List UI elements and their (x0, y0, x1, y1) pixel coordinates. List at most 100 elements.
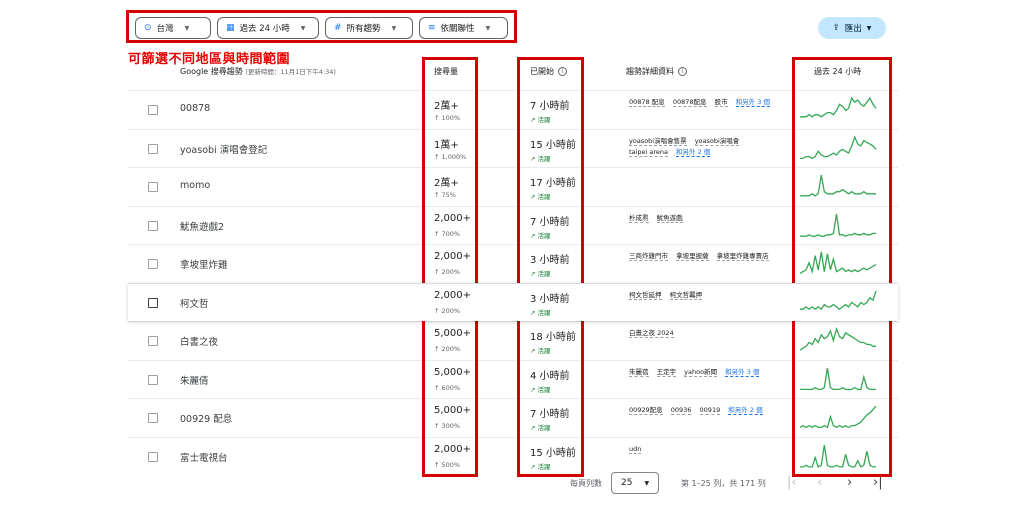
breakdown-header-label: 趨勢詳細資料 (626, 67, 674, 76)
trend-keyword[interactable]: yoasobi 演唱會登記 (180, 142, 267, 156)
search-volume: 5,000+ (434, 366, 472, 378)
trend-keyword[interactable]: 00878 (180, 103, 210, 114)
sparkline-chart (800, 96, 877, 118)
table-row[interactable]: momo 2萬+ ↑ 75% 17 小時前 ↗ 活躍 (128, 167, 898, 206)
started-time: 3 小時前 (530, 293, 570, 305)
trend-keyword[interactable]: 魷魚遊戲2 (180, 219, 224, 233)
column-header-started[interactable]: 已開始 i (530, 66, 567, 77)
related-query-chip[interactable]: 柯文哲延押 (629, 290, 662, 300)
related-query-chip[interactable]: 朱麗蓓 (629, 367, 649, 377)
started-time: 18 小時前 (530, 332, 576, 343)
volume-change: ↑ 200% (434, 345, 461, 353)
active-status: ↗ 活躍 (530, 345, 551, 355)
trend-keyword[interactable]: 00929 配息 (180, 411, 232, 425)
chevron-down-icon: ▼ (485, 24, 491, 32)
active-status: ↗ 活躍 (530, 191, 551, 201)
related-query-chip[interactable]: 00878配息 (672, 98, 707, 107)
last-page-icon[interactable]: ›| (873, 475, 883, 490)
row-checkbox[interactable] (148, 182, 158, 192)
related-query-chip[interactable]: 白晝之夜 2024 (629, 329, 674, 338)
related-query-chip[interactable]: 王定宇 (656, 367, 677, 377)
related-query-chip[interactable]: 柯文哲羈押 (669, 290, 703, 300)
more-queries-link[interactable]: 和另外 3 個 (735, 98, 770, 107)
trend-keyword[interactable]: 白書之夜 (180, 334, 218, 348)
category-filter[interactable]: # 所有趨勢 ▼ (325, 17, 413, 39)
active-status: ↗ 活躍 (530, 268, 551, 278)
chevron-down-icon: ▼ (644, 479, 650, 487)
related-query-chip[interactable]: 三商炸雞門市 (629, 252, 668, 261)
trend-keyword[interactable]: momo (180, 180, 210, 191)
table-row[interactable]: 白書之夜 5,000+ ↑ 200% 18 小時前 ↗ 活躍 白晝之夜 2024 (128, 321, 898, 360)
trend-keyword[interactable]: 拿坡里炸雞 (180, 257, 228, 271)
search-volume: 5,000+ (434, 328, 472, 339)
time-filter-label: 過去 24 小時 (239, 24, 290, 34)
more-queries-link[interactable]: 和另外 2 個 (728, 406, 763, 415)
row-checkbox[interactable] (148, 336, 158, 346)
trend-keyword[interactable]: 朱麗倩 (180, 373, 209, 387)
rows-per-page-label: 每頁列數 (570, 479, 602, 488)
trending-up-icon: ↗ (530, 154, 538, 163)
related-query-chip[interactable]: 00919 (699, 406, 721, 415)
table-row[interactable]: 朱麗倩 5,000+ ↑ 600% 4 小時前 ↗ 活躍 朱麗蓓 王定宇 yahoo新聞 … (128, 359, 898, 399)
row-checkbox[interactable] (148, 297, 158, 308)
table-title-text: Google 搜尋趨勢 (180, 67, 243, 76)
region-filter-label: 台灣 (156, 24, 174, 34)
active-label: 活躍 (537, 462, 551, 471)
table-row[interactable]: 00878 2萬+ ↑ 100% 7 小時前 ↗ 活躍 00878 配息 00878配息 … (128, 90, 898, 129)
trend-breakdown: 00878 配息 00878配息 股市 和另外 3 個 (629, 97, 789, 108)
related-query-chip[interactable]: 朴成焄 (629, 213, 649, 223)
column-header-volume[interactable]: 搜尋量 (434, 66, 458, 77)
row-checkbox[interactable] (148, 374, 158, 385)
search-volume: 2,000+ (434, 289, 472, 301)
sparkline-chart (800, 367, 876, 390)
sparkline-line (800, 213, 876, 237)
trend-keyword[interactable]: 柯文哲 (180, 296, 209, 310)
row-checkbox[interactable] (148, 413, 158, 423)
table-row[interactable]: 魷魚遊戲2 2,000+ ↑ 700% 7 小時前 ↗ 活躍 朴成焄 魷魚遊戲 (128, 205, 898, 245)
region-filter[interactable]: ⊙ 台灣 ▼ (135, 17, 211, 39)
info-icon[interactable]: i (678, 67, 687, 76)
time-filter[interactable]: ▦ 過去 24 小時 ▼ (217, 17, 319, 39)
trends-table: 00878 2萬+ ↑ 100% 7 小時前 ↗ 活躍 00878 配息 00878配息 … (128, 90, 898, 475)
related-query-chip[interactable]: taipei arena (629, 147, 668, 157)
row-checkbox[interactable] (148, 105, 158, 115)
active-label: 活躍 (537, 308, 551, 317)
trend-breakdown: yoasobi演唱會售票 yoasobi演唱會 taipei arena 和另外… (629, 136, 789, 158)
row-checkbox[interactable] (148, 143, 158, 154)
table-row[interactable]: 00929 配息 5,000+ ↑ 300% 7 小時前 ↗ 活躍 00929配息 009… (128, 398, 898, 437)
related-query-chip[interactable]: 拿坡里披薩 (676, 252, 709, 261)
export-button[interactable]: ⇪ 匯出 ▼ (818, 17, 886, 39)
active-label: 活躍 (537, 193, 551, 201)
active-status: ↗ 活躍 (530, 384, 551, 394)
related-query-chip[interactable]: 00878 配息 (629, 98, 665, 107)
info-icon[interactable]: i (558, 67, 567, 76)
rows-per-page-select[interactable]: 25 ▼ (611, 472, 659, 494)
table-row[interactable]: yoasobi 演唱會登記 1萬+ ↑ 1,000% 15 小時前 ↗ 活躍 yoasob… (128, 128, 898, 168)
more-queries-link[interactable]: 和另外 2 個 (676, 147, 711, 157)
related-query-chip[interactable]: 00936 (670, 406, 692, 415)
related-query-chip[interactable]: yoasobi演唱會 (694, 136, 740, 146)
related-query-chip[interactable]: 00929配息 (629, 406, 663, 415)
sort-filter[interactable]: ≡ 依關聯性 ▼ (419, 17, 508, 39)
previous-page-icon[interactable]: ‹ (817, 475, 822, 490)
started-time: 3 小時前 (530, 255, 570, 266)
related-query-chip[interactable]: 拿坡里炸雞專賣店 (716, 252, 769, 261)
row-checkbox[interactable] (148, 259, 158, 269)
table-row[interactable]: 拿坡里炸雞 2,000+ ↑ 200% 3 小時前 ↗ 活躍 三商炸雞門市 拿坡里披薩 拿… (128, 244, 898, 283)
trend-keyword[interactable]: 富士電視台 (180, 450, 228, 464)
next-page-icon[interactable]: › (847, 475, 852, 490)
related-query-chip[interactable]: 魷魚遊戲 (656, 213, 683, 223)
row-checkbox[interactable] (148, 220, 158, 231)
pagination-range: 第 1–25 列，共 171 列 (681, 479, 766, 488)
more-queries-link[interactable]: 和另外 3 個 (725, 367, 760, 377)
volume-change: ↑ 200% (434, 268, 461, 276)
row-checkbox[interactable] (148, 451, 158, 462)
first-page-icon[interactable]: |‹ (787, 475, 797, 490)
table-row[interactable]: 柯文哲 2,000+ ↑ 200% 3 小時前 ↗ 活躍 柯文哲延押 柯文哲羈押 (128, 282, 898, 321)
related-query-chip[interactable]: yahoo新聞 (684, 367, 718, 377)
search-volume: 2,000+ (434, 443, 472, 455)
related-query-chip[interactable]: udn (629, 444, 642, 454)
related-query-chip[interactable]: 股市 (714, 98, 728, 107)
related-query-chip[interactable]: yoasobi演唱會售票 (629, 136, 687, 146)
table-row[interactable]: 富士電視台 2,000+ ↑ 500% 15 小時前 ↗ 活躍 udn (128, 436, 898, 476)
